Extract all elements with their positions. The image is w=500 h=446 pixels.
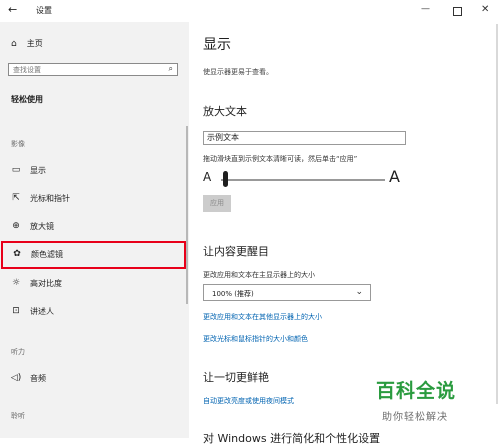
group-label-hearing: 听力 xyxy=(11,348,25,356)
heading-personalize: 对 Windows 进行简化和个性化设置 xyxy=(203,432,381,445)
link-brightness[interactable]: 自动更改亮度或使用夜间模式 xyxy=(203,396,294,406)
size-label: 更改应用和文本在主显示器上的大小 xyxy=(203,271,315,279)
main-scrollbar[interactable] xyxy=(496,24,498,404)
sidebar-item-label: 颜色滤镜 xyxy=(31,250,63,259)
narrator-icon: ⊡ xyxy=(12,306,20,316)
sidebar-item-label: 显示 xyxy=(30,166,46,175)
cursor-icon: ⇱ xyxy=(12,193,20,203)
chevron-down-icon: ⌄ xyxy=(355,287,363,297)
page-title: 显示 xyxy=(203,37,231,53)
home-link[interactable]: ⌂ 主页 xyxy=(11,38,43,49)
watermark-main-text: 百科全说 xyxy=(376,380,457,402)
watermark-sub-text: 助你轻松解决 xyxy=(382,412,448,423)
home-icon: ⌂ xyxy=(11,39,17,49)
window-title: 设置 xyxy=(36,6,52,15)
section-title: 轻松使用 xyxy=(11,95,43,104)
back-button[interactable]: ← xyxy=(8,3,17,16)
contrast-icon: ☼ xyxy=(11,278,21,288)
title-bar: ← 设置 — ✕ xyxy=(0,0,500,22)
scale-dropdown[interactable]: 100% (推荐) ⌄ xyxy=(203,284,371,301)
group-label-interaction: 聆听 xyxy=(11,412,25,420)
sidebar-item-high-contrast[interactable]: ☼ 高对比度 xyxy=(0,270,185,296)
sidebar-item-label: 高对比度 xyxy=(30,279,62,288)
speaker-icon: ◁) xyxy=(10,373,22,383)
monitor-icon: ▭ xyxy=(11,165,21,175)
heading-make-bigger: 让内容更醒目 xyxy=(203,245,269,258)
sidebar-item-label: 音频 xyxy=(30,374,46,383)
sidebar-item-color-filters[interactable]: ✿ 颜色滤镜 xyxy=(1,241,186,269)
sidebar-item-label: 讲述人 xyxy=(30,307,54,316)
heading-enlarge-text: 放大文本 xyxy=(203,105,247,118)
text-size-slider-track[interactable] xyxy=(221,179,385,181)
slider-description: 拖动滑块直到示例文本清晰可读，然后单击“应用” xyxy=(203,155,358,163)
home-label: 主页 xyxy=(26,39,43,48)
watermark-logo: 百科全说 助你轻松解决 xyxy=(374,376,500,430)
slider-min-label: A xyxy=(203,170,212,184)
palette-icon: ✿ xyxy=(13,249,21,259)
close-button[interactable]: ✕ xyxy=(481,4,489,15)
group-label-vision: 影像 xyxy=(11,140,25,148)
sidebar-item-magnifier[interactable]: ⊕ 放大镜 xyxy=(0,213,185,239)
search-input[interactable] xyxy=(13,65,158,75)
text-size-slider-thumb[interactable] xyxy=(223,171,228,187)
sidebar-item-label: 放大镜 xyxy=(30,222,54,231)
page-description: 使显示器更易于查看。 xyxy=(203,68,273,76)
sidebar-item-cursor[interactable]: ⇱ 光标和指针 xyxy=(0,185,185,211)
link-cursor-size[interactable]: 更改光标和鼠标指针的大小和颜色 xyxy=(203,334,308,344)
scale-dropdown-value: 100% (推荐) xyxy=(212,290,254,298)
sample-text-box: 示例文本 xyxy=(203,131,406,145)
search-box[interactable]: ⌕ xyxy=(8,63,178,76)
sidebar-item-narrator[interactable]: ⊡ 讲述人 xyxy=(0,298,185,324)
sidebar-item-display[interactable]: ▭ 显示 xyxy=(0,157,185,183)
search-icon[interactable]: ⌕ xyxy=(169,64,173,74)
slider-max-label: A xyxy=(389,167,400,186)
heading-brighter: 让一切更鲜艳 xyxy=(203,371,269,384)
sidebar-scrollbar[interactable] xyxy=(186,126,188,304)
apply-button[interactable]: 应用 xyxy=(203,195,231,212)
minimize-button[interactable]: — xyxy=(421,4,430,14)
sidebar: ⌂主页 ⌕ 轻松使用 影像 ▭ 显示 ⇱ 光标和指针 ⊕ 放大镜 ✿ 颜色滤镜 … xyxy=(0,22,189,438)
maximize-button[interactable] xyxy=(453,7,462,16)
sidebar-item-label: 光标和指针 xyxy=(30,194,70,203)
sidebar-item-audio[interactable]: ◁) 音频 xyxy=(0,365,185,391)
link-other-displays[interactable]: 更改应用和文本在其他显示器上的大小 xyxy=(203,312,322,322)
magnifier-icon: ⊕ xyxy=(12,221,20,231)
